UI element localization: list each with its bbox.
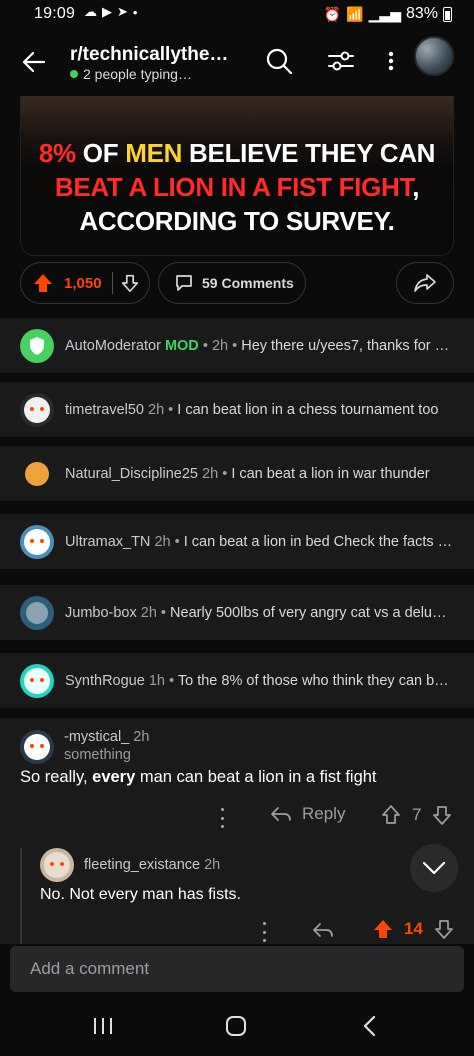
avatar	[20, 524, 54, 559]
avatar	[20, 456, 54, 491]
comment-body: No. Not every man has fists.	[40, 886, 241, 903]
vote-control: 1,050	[20, 262, 150, 304]
status-time: 19:09	[34, 5, 76, 22]
downvote-arrow-icon[interactable]	[433, 918, 455, 940]
upvote-arrow-icon[interactable]	[31, 271, 55, 295]
back-arrow-icon[interactable]	[18, 46, 50, 78]
upvote-arrow-icon[interactable]	[372, 918, 394, 940]
comment-score: 7	[412, 805, 422, 824]
collapsed-comment[interactable]: Natural_Discipline25 2h • I can beat a l…	[0, 446, 474, 501]
avatar	[20, 663, 54, 698]
battery-percent: 83%	[405, 5, 438, 22]
comment-meta: Jumbo-box 2h • Nearly 500lbs of very ang…	[65, 604, 447, 621]
collapsed-comment[interactable]: timetravel50 2h • I can beat lion in a c…	[0, 382, 474, 437]
avatar[interactable]	[40, 848, 74, 882]
top-app-bar: r/technicallythe… 2 people typing…	[0, 30, 474, 96]
user-flair: something	[64, 747, 131, 763]
recent-apps-icon[interactable]	[90, 1014, 116, 1038]
downvote-arrow-icon[interactable]	[431, 804, 453, 826]
comment-meta: AutoModerator MOD • 2h • Hey there u/yee…	[65, 337, 450, 354]
post-image[interactable]: 8% OF MEN BELIEVE THEY CAN BEAT A LION I…	[20, 96, 454, 256]
collapsed-comment[interactable]: Ultramax_TN 2h • I can beat a lion in be…	[0, 514, 474, 569]
share-arrow-icon	[414, 274, 436, 292]
user-avatar[interactable]	[414, 36, 454, 76]
notification-icons: ☁ ▶ ➤ •	[84, 4, 137, 20]
signal-icon: ▁▃▅	[368, 5, 401, 22]
avatar	[20, 392, 54, 427]
battery-icon	[443, 6, 452, 22]
reply-button[interactable]: Reply	[270, 804, 345, 824]
expanded-comment: -mystical_ 2h something So really, every…	[0, 718, 474, 944]
telegram-icon: ➤	[117, 4, 128, 19]
alarm-icon: ⏰	[323, 5, 342, 22]
wifi-icon: 📶	[346, 5, 364, 22]
comment-actions: Reply 7	[0, 802, 474, 834]
more-options-icon[interactable]	[219, 808, 225, 828]
home-icon[interactable]	[223, 1014, 249, 1038]
online-dot-icon	[70, 70, 78, 78]
typing-indicator: 2 people typing…	[70, 66, 192, 82]
scroll-down-button[interactable]	[410, 844, 458, 892]
comment-vote: 7	[380, 804, 453, 826]
dot-icon: •	[132, 4, 138, 20]
collapsed-comment[interactable]: Jumbo-box 2h • Nearly 500lbs of very ang…	[0, 585, 474, 640]
system-navigation-bar	[0, 996, 474, 1056]
headline-line-2: BEAT A LION IN A FIST FIGHT,	[54, 172, 420, 202]
chevron-down-icon	[422, 861, 446, 875]
vote-count: 1,050	[64, 274, 102, 292]
reply-label: Reply	[302, 804, 346, 823]
downvote-arrow-icon[interactable]	[119, 272, 141, 294]
add-comment-input[interactable]: Add a comment	[10, 946, 464, 992]
subreddit-title[interactable]: r/technicallythe…	[70, 44, 228, 66]
post-actions: 1,050 59 Comments	[20, 262, 454, 304]
typing-text: 2 people typing…	[83, 66, 192, 82]
composer-bar: Add a comment	[0, 944, 474, 996]
more-options-icon[interactable]	[261, 922, 267, 942]
vote-divider	[112, 272, 113, 294]
collapsed-comment[interactable]: AutoModerator MOD • 2h • Hey there u/yee…	[0, 318, 474, 373]
comment-bubble-icon	[176, 275, 192, 291]
reply-arrow-icon[interactable]	[312, 921, 334, 939]
headline-line-3: ACCORDING TO SURVEY.	[79, 206, 395, 236]
comments-button[interactable]: 59 Comments	[158, 262, 306, 304]
comment-score: 14	[404, 919, 423, 938]
comment-author[interactable]: fleeting_existance 2h	[84, 857, 220, 873]
comment-vote: 14	[372, 918, 455, 940]
cloud-icon: ☁	[84, 4, 97, 19]
headline-line-1: 8% OF MEN BELIEVE THEY CAN	[38, 138, 436, 168]
back-icon[interactable]	[358, 1014, 384, 1038]
comment-actions: 14	[0, 918, 474, 944]
more-vertical-icon[interactable]	[376, 46, 406, 76]
comment-meta: Natural_Discipline25 2h • I can beat a l…	[65, 465, 430, 482]
youtube-icon: ▶	[102, 4, 112, 19]
collapsed-comment[interactable]: SynthRogue 1h • To the 8% of those who t…	[0, 653, 474, 708]
comment-meta: timetravel50 2h • I can beat lion in a c…	[65, 401, 439, 418]
status-bar: 19:09 ☁ ▶ ➤ • ⏰ 📶 ▁▃▅ 83%	[0, 0, 474, 30]
filter-sliders-icon[interactable]	[326, 46, 356, 76]
avatar[interactable]	[20, 730, 54, 764]
comment-author[interactable]: -mystical_ 2h	[64, 729, 149, 745]
upvote-arrow-icon[interactable]	[380, 804, 402, 826]
share-button[interactable]	[396, 262, 454, 304]
system-icons: ⏰ 📶 ▁▃▅ 83%	[324, 5, 452, 23]
comment-meta: SynthRogue 1h • To the 8% of those who t…	[65, 672, 449, 689]
shield-icon	[20, 328, 54, 363]
comment-body: So really, every man can beat a lion in …	[20, 768, 377, 786]
avatar	[20, 595, 54, 630]
comment-meta: Ultramax_TN 2h • I can beat a lion in be…	[65, 533, 453, 550]
reply-arrow-icon	[271, 807, 291, 821]
mod-badge: MOD	[164, 337, 199, 354]
search-icon[interactable]	[264, 46, 294, 76]
comments-count: 59 Comments	[202, 275, 294, 291]
